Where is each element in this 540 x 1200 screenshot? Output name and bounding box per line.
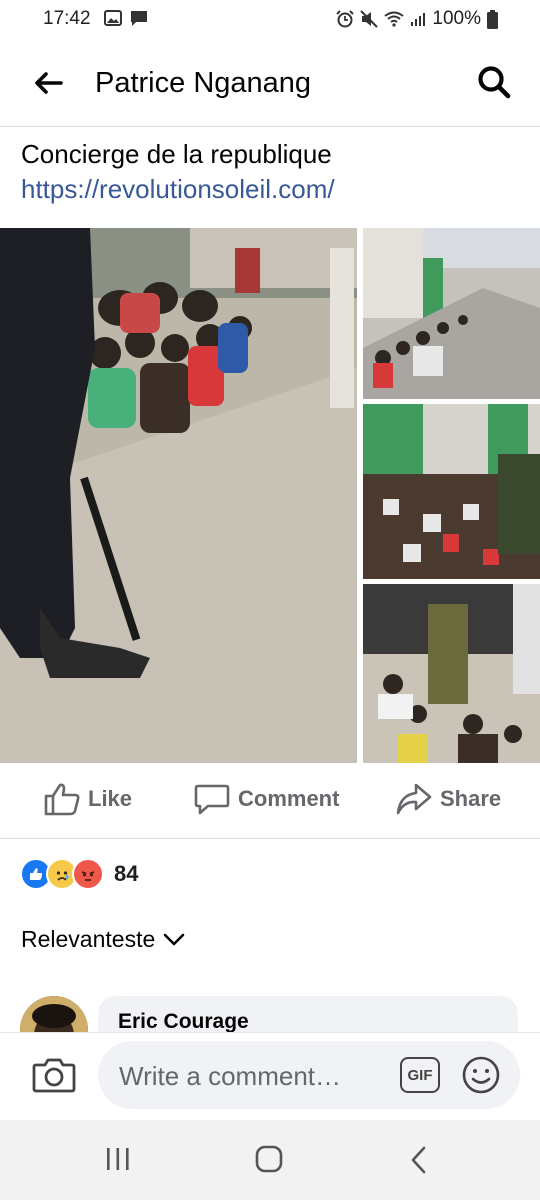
like-button[interactable]: Like xyxy=(44,782,132,816)
share-arrow-icon xyxy=(396,783,432,815)
comment-composer: Write a comment… GIF xyxy=(0,1032,540,1121)
post-photo-side-2[interactable] xyxy=(363,404,540,579)
status-bar: 17:42 100% xyxy=(0,0,540,40)
comment-label: Comment xyxy=(238,786,340,811)
signal-icon xyxy=(411,13,426,26)
emoji-button[interactable] xyxy=(461,1055,501,1095)
page-title: Patrice Nganang xyxy=(95,67,312,99)
comment-item: Eric Courage xyxy=(20,996,540,1032)
post-actions-bar: Like Comment Share xyxy=(0,764,540,839)
recent-apps-button[interactable] xyxy=(105,1147,131,1176)
mute-icon xyxy=(360,10,379,28)
recent-apps-icon xyxy=(107,1148,129,1170)
avatar[interactable] xyxy=(20,996,88,1032)
chevron-left-icon xyxy=(411,1146,426,1174)
post-caption: Concierge de la republique xyxy=(21,139,332,169)
gallery-notification-icon xyxy=(104,10,122,26)
comment-bubble-icon xyxy=(194,784,230,815)
like-label: Like xyxy=(88,786,133,811)
comment-bubble: Eric Courage xyxy=(98,996,518,1032)
arrow-left-icon xyxy=(35,72,63,94)
post-text: Concierge de la republique https://revol… xyxy=(21,137,335,207)
system-nav-bar xyxy=(0,1120,540,1200)
comment-placeholder: Write a comment… xyxy=(119,1061,342,1091)
post-link[interactable]: https://revolutionsoleil.com/ xyxy=(21,172,335,207)
back-button[interactable] xyxy=(28,64,68,102)
post-photo-main[interactable] xyxy=(0,228,357,763)
search-icon xyxy=(478,66,511,99)
page-header: Patrice Nganang xyxy=(0,40,540,127)
post-photo-side-3[interactable] xyxy=(363,584,540,763)
camera-button[interactable] xyxy=(32,1055,76,1095)
home-button[interactable] xyxy=(255,1145,283,1178)
reaction-count: 84 xyxy=(114,861,139,886)
gif-label: GIF xyxy=(407,1066,433,1084)
comment-sort-label: Relevanteste xyxy=(21,926,156,952)
post-photo-side-1[interactable] xyxy=(363,228,540,399)
camera-icon xyxy=(32,1058,76,1093)
system-back-button[interactable] xyxy=(410,1146,428,1179)
share-label: Share xyxy=(440,786,502,811)
status-time: 17:42 xyxy=(43,8,91,29)
smiley-icon xyxy=(462,1056,500,1094)
message-notification-icon xyxy=(131,11,147,26)
search-button[interactable] xyxy=(474,62,514,102)
comment-button[interactable]: Comment xyxy=(194,782,339,816)
gif-button[interactable]: GIF xyxy=(400,1057,440,1093)
comment-input[interactable]: Write a comment… GIF xyxy=(98,1041,520,1109)
wifi-icon xyxy=(384,11,405,27)
comment-sort-dropdown[interactable]: Relevanteste xyxy=(21,926,185,953)
crowd-photo-illustration xyxy=(0,228,357,763)
battery-percent: 100% xyxy=(432,8,481,29)
angry-reaction-icon xyxy=(72,858,104,890)
thumbs-up-icon xyxy=(44,783,80,816)
home-icon xyxy=(255,1145,283,1173)
chevron-down-icon xyxy=(163,933,185,945)
reactions-summary[interactable]: 84 xyxy=(20,858,138,890)
share-button[interactable]: Share xyxy=(396,782,501,816)
battery-icon xyxy=(487,9,498,29)
comment-author[interactable]: Eric Courage xyxy=(118,1010,249,1032)
alarm-icon xyxy=(336,10,355,28)
